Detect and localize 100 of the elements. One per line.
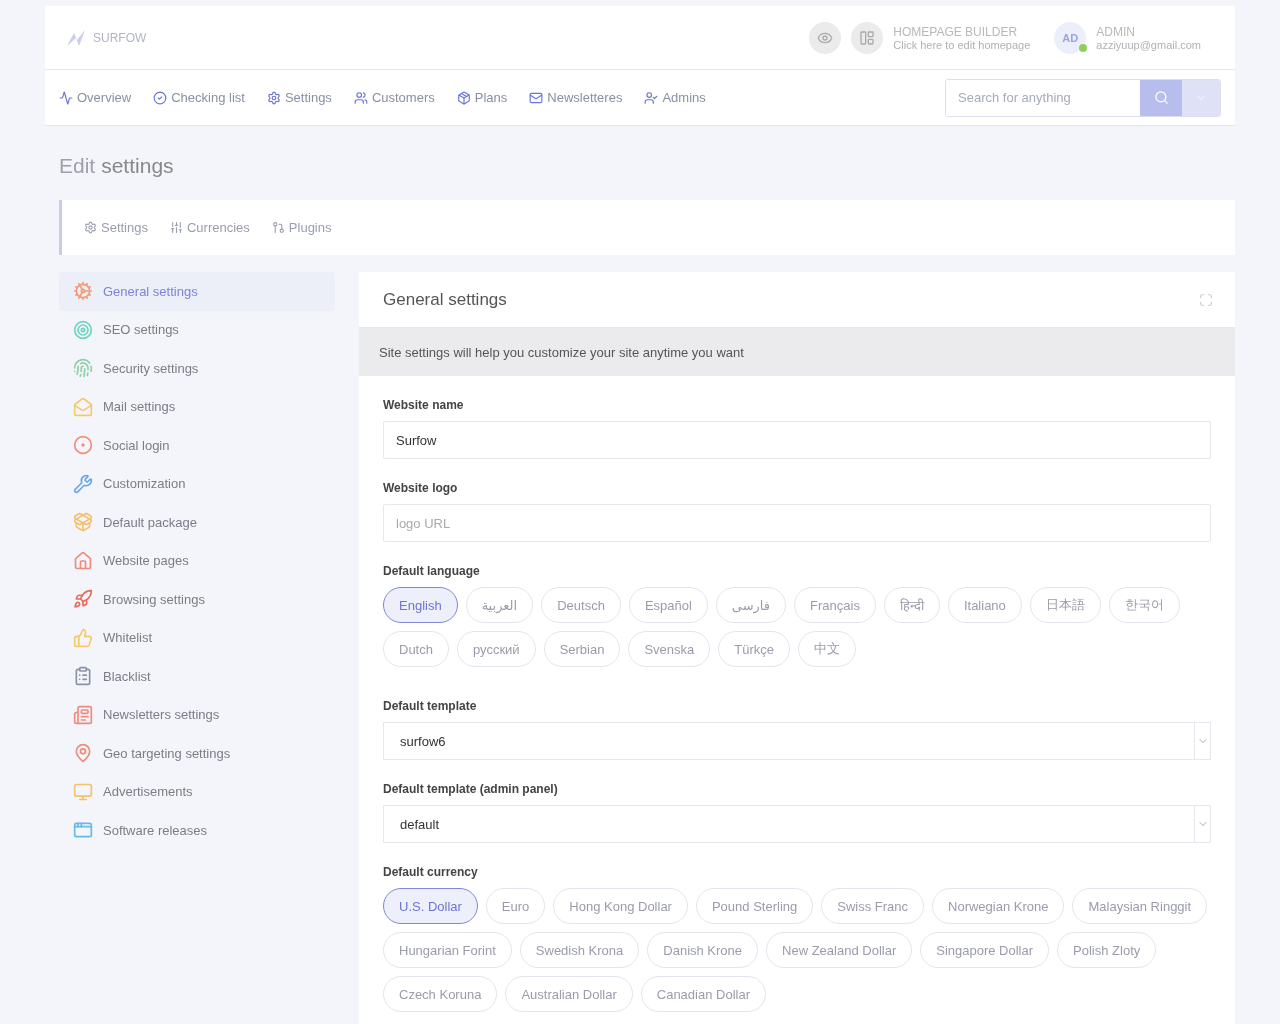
search-button[interactable] — [1140, 79, 1182, 116]
tab-icon — [170, 221, 183, 234]
user-avatar[interactable]: AD — [1054, 21, 1087, 54]
field-label: Default language — [383, 564, 481, 578]
nav-link[interactable]: Plans — [456, 90, 508, 105]
option-pill[interactable]: العربية — [465, 587, 534, 623]
option-pill[interactable]: Swedish Krona — [519, 932, 640, 968]
menu-item-icon — [73, 396, 93, 417]
template-select[interactable]: surfow6 — [383, 722, 1211, 760]
option-pill[interactable]: فارسی — [715, 587, 787, 623]
dropdown-button[interactable] — [1182, 79, 1220, 116]
option-pill[interactable]: Euro — [485, 888, 546, 924]
option-pill[interactable]: Malaysian Ringgit — [1072, 888, 1208, 924]
sidebar-item[interactable]: Customization — [59, 464, 335, 503]
option-pill[interactable]: Italiano — [947, 587, 1022, 623]
option-pill[interactable]: Danish Krone — [647, 932, 759, 968]
text-input[interactable]: logo URL — [383, 504, 1211, 542]
option-pill[interactable]: Svenska — [628, 631, 711, 667]
nav-link[interactable]: Customers — [353, 90, 435, 105]
search-field[interactable]: Search for anything — [945, 78, 1221, 117]
option-pill[interactable]: Swiss Franc — [821, 888, 925, 924]
option-pill[interactable]: Czech Koruna — [383, 976, 498, 1012]
option-pill[interactable]: English — [383, 587, 458, 623]
menu-item-icon — [73, 512, 93, 533]
option-pill[interactable]: Singapore Dollar — [920, 932, 1050, 968]
menu-item-icon — [73, 743, 93, 764]
expand-icon[interactable] — [1199, 292, 1213, 307]
option-pill[interactable]: Dutch — [383, 631, 449, 667]
sidebar-item[interactable]: SEO settings — [59, 310, 335, 349]
sidebar-item[interactable]: Advertisements — [59, 772, 335, 811]
option-pill[interactable]: Norwegian Krone — [932, 888, 1065, 924]
option-pill[interactable]: Serbian — [543, 631, 621, 667]
option-pill[interactable]: Hungarian Forint — [383, 932, 512, 968]
option-pill[interactable]: New Zealand Dollar — [766, 932, 913, 968]
nav-link[interactable]: Checking list — [153, 90, 245, 105]
sidebar-item[interactable]: Social login — [59, 426, 335, 465]
tab-icon — [84, 221, 97, 234]
option-pill[interactable]: U.S. Dollar — [383, 888, 478, 924]
sidebar-item[interactable]: Software releases — [59, 811, 335, 850]
sidebar-item[interactable]: Newsletters settings — [59, 695, 335, 734]
nav-icon — [353, 90, 368, 105]
menu-item-icon — [73, 435, 93, 456]
sidebar-item[interactable]: Default package — [59, 503, 335, 542]
sidebar-item[interactable]: Geo targeting settings — [59, 734, 335, 773]
field-label: Default currency — [383, 865, 479, 879]
preview-button[interactable] — [809, 21, 842, 54]
sidebar-item[interactable]: Whitelist — [59, 618, 335, 657]
field-label: Website name — [383, 398, 465, 412]
menu-item-icon — [73, 358, 93, 379]
sidebar-item[interactable]: Blacklist — [59, 657, 335, 696]
template-select[interactable]: default — [383, 805, 1211, 843]
option-pill[interactable]: Deutsch — [541, 587, 621, 623]
sidebar-item[interactable]: Security settings — [59, 349, 335, 388]
nav-link[interactable]: Newsletteres — [529, 90, 623, 105]
nav-link[interactable]: Settings — [266, 90, 332, 105]
sidebar-item[interactable]: Mail settings — [59, 387, 335, 426]
layout-icon — [859, 29, 876, 46]
page-title-prefix: Edit — [59, 154, 96, 178]
nav-icon — [59, 90, 73, 105]
nav-icon — [644, 90, 659, 105]
search-icon — [1153, 90, 1169, 105]
option-pill[interactable]: 한국어 — [1108, 587, 1180, 623]
menu-item-icon — [73, 589, 93, 610]
menu-item-icon — [73, 666, 93, 687]
option-pill[interactable]: Polish Zloty — [1057, 932, 1157, 968]
option-pill[interactable]: Hong Kong Dollar — [553, 888, 688, 924]
option-pill[interactable]: 日本語 — [1029, 587, 1101, 623]
nav-icon — [153, 90, 168, 105]
user-email: azziyuup@gmail.com — [1096, 38, 1201, 51]
field-label: Default template (admin panel) — [383, 782, 559, 796]
nav-link[interactable]: Overview — [59, 90, 132, 105]
option-pill[interactable]: русский — [456, 631, 536, 667]
menu-item-icon — [73, 627, 93, 648]
notice-banner: Site settings will help you customize your site anytime you want — [359, 328, 1235, 376]
menu-item-icon — [73, 281, 93, 302]
option-pill[interactable]: Türkçe — [718, 631, 791, 667]
option-pill[interactable]: Français — [794, 587, 876, 623]
option-pill[interactable]: 中文 — [798, 631, 857, 667]
builder-link[interactable]: Click here to edit homepage — [893, 38, 1031, 51]
sub-tab[interactable]: Plugins — [271, 220, 332, 235]
sub-tab[interactable]: Currencies — [170, 220, 250, 235]
sidebar-item[interactable]: General settings — [59, 272, 335, 311]
option-pill[interactable]: Canadian Dollar — [640, 976, 766, 1012]
nav-link[interactable]: Admins — [644, 90, 706, 105]
builder-button[interactable] — [851, 21, 884, 54]
option-pill[interactable]: Pound Sterling — [695, 888, 814, 924]
page-title: settings — [101, 154, 174, 178]
sub-tab[interactable]: Settings — [84, 220, 148, 235]
option-pill[interactable]: हिन्दी — [883, 587, 940, 623]
text-input[interactable]: Surfow — [383, 421, 1211, 459]
nav-icon — [266, 90, 281, 105]
field-label: Website logo — [383, 481, 459, 495]
field-label: Default template — [383, 699, 478, 713]
tab-icon — [271, 221, 285, 234]
sidebar-item[interactable]: Browsing settings — [59, 580, 335, 619]
menu-item-icon — [73, 704, 93, 725]
sidebar-item[interactable]: Website pages — [59, 541, 335, 580]
option-pill[interactable]: Español — [628, 587, 708, 623]
option-pill[interactable]: Australian Dollar — [505, 976, 633, 1012]
menu-item-icon — [73, 820, 93, 841]
